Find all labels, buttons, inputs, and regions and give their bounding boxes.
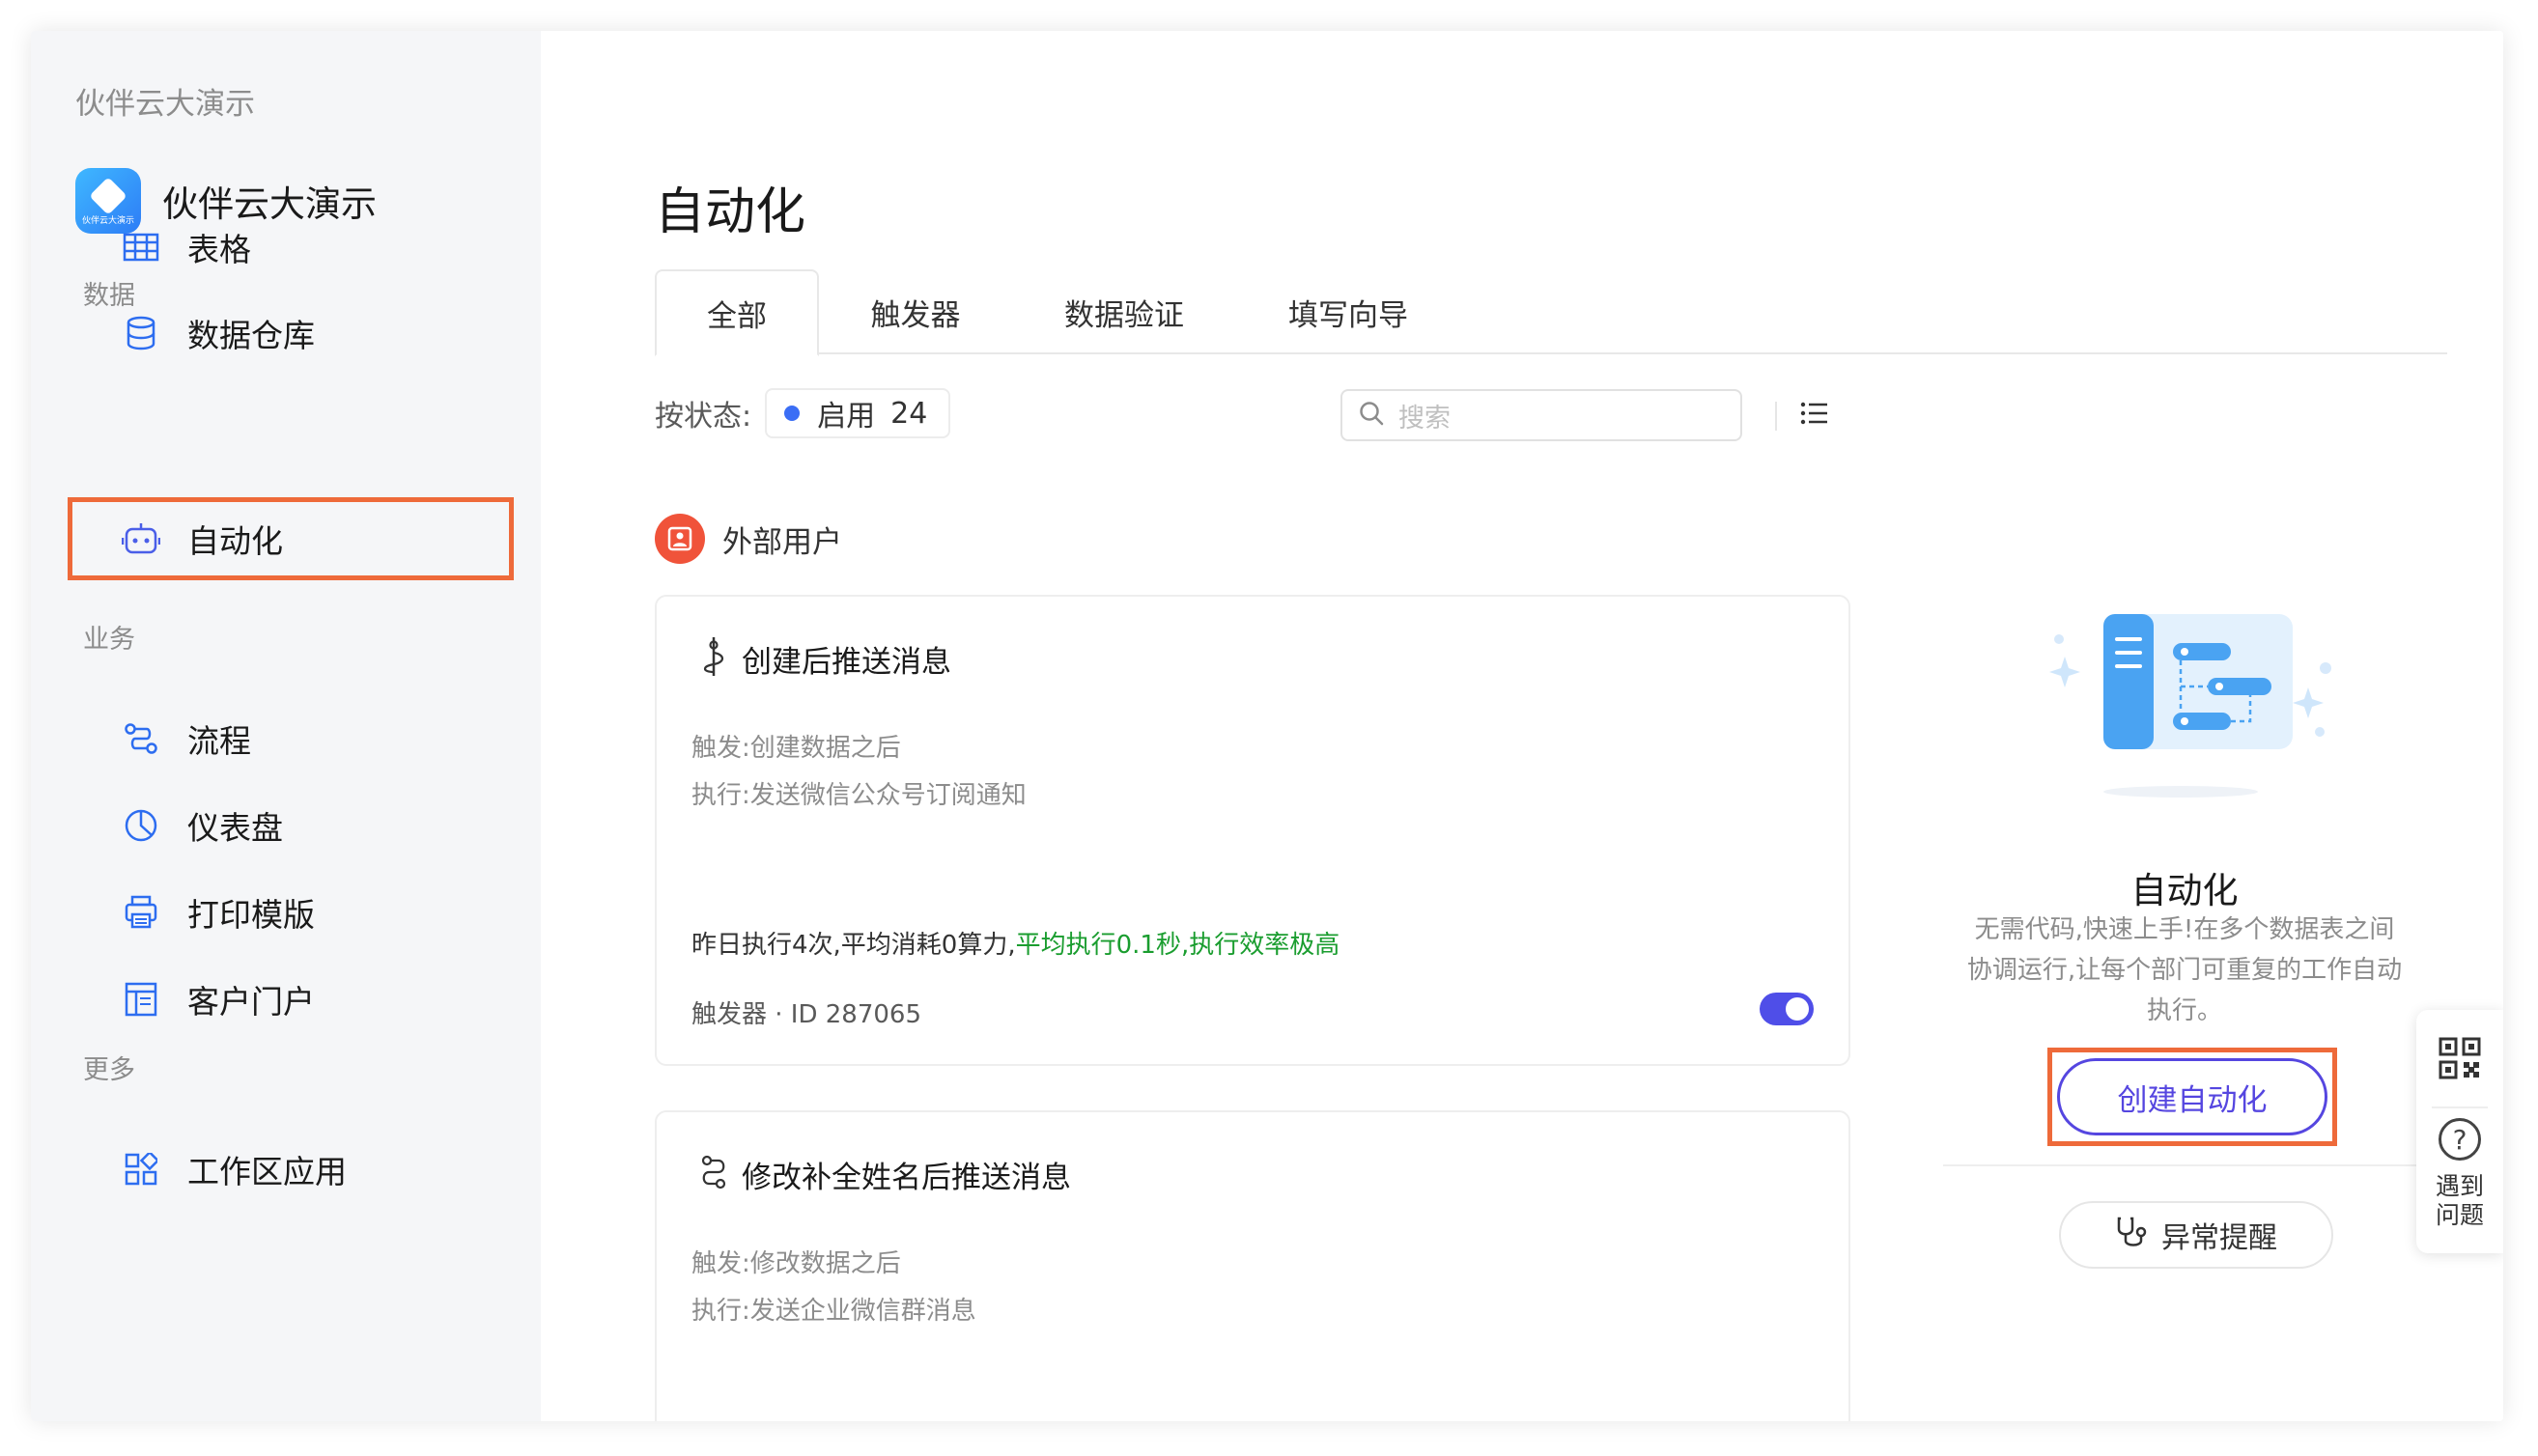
sidebar: 伙伴云大演示 伙伴云大演示 伙伴云大演示 数据 表格 数据仓库 自动化 业务 流… [31,31,541,1421]
help-label-line2: 问题 [2435,1201,2484,1229]
sidebar-item-database[interactable]: 数据仓库 [68,292,514,375]
panel-description: 无需代码,快速上手!在多个数据表之间协调运行,让每个部门可重复的工作自动执行。 [1966,915,2403,1025]
sidebar-item-label: 自动化 [187,522,283,560]
exception-alert-button[interactable]: 异常提醒 [2059,1201,2333,1269]
card-title-row: 创建后推送消息 [699,635,951,682]
search-input[interactable]: 搜索 [1340,389,1742,441]
sidebar-item-print-template[interactable]: 打印模版 [68,871,514,954]
create-automation-button[interactable]: 创建自动化 [2057,1058,2327,1135]
qr-code-icon[interactable] [2437,1035,2483,1081]
page-title: 自动化 [655,183,806,241]
sidebar-item-table[interactable]: 表格 [68,206,514,289]
card-footer: 触发器 · ID 287065 [691,1000,921,1029]
automation-illustration [2036,572,2337,803]
table-icon [122,228,160,266]
sidebar-item-customer-portal[interactable]: 客户门户 [68,958,514,1041]
status-dot-icon [784,406,801,421]
sidebar-item-label: 表格 [187,231,251,268]
card-stats-plain: 昨日执行4次,平均消耗0算力, [691,931,1016,960]
workspace-name[interactable]: 伙伴云大演示 [75,79,255,123]
card-trigger: 触发:创建数据之后 [691,734,901,763]
card-stats-highlight: 平均执行0.1秒,执行效率极高 [1015,931,1340,960]
floating-help-panel: ? 遇到 问题 [2416,1010,2503,1253]
sidebar-item-label: 数据仓库 [187,317,315,354]
sidebar-item-flow[interactable]: 流程 [68,697,514,780]
section-label-more: 更多 [83,1055,135,1085]
apps-icon [122,1150,160,1189]
status-count: 24 [890,396,928,431]
sidebar-item-label: 流程 [187,722,251,760]
help-label[interactable]: 遇到 问题 [2416,1172,2503,1230]
database-icon [122,314,160,352]
tab-data-validation[interactable]: 数据验证 [1012,269,1236,354]
tab-bar: 全部 触发器 数据验证 填写向导 [655,269,2447,356]
sidebar-item-label: 工作区应用 [187,1153,347,1190]
portal-icon [122,980,160,1019]
enable-toggle[interactable] [1760,993,1814,1025]
exception-alert-label: 异常提醒 [2161,1221,2277,1255]
stethoscope-icon [2115,1216,2152,1254]
tab-triggers[interactable]: 触发器 [819,269,1012,354]
float-divider [2432,1106,2488,1108]
status-filter-chip[interactable]: 启用 24 [765,388,951,438]
panel-title: 自动化 [2130,870,2239,911]
app-window: 伙伴云大演示 伙伴云大演示 伙伴云大演示 数据 表格 数据仓库 自动化 业务 流… [31,31,2503,1421]
section-label-business: 业务 [83,625,135,655]
help-question-icon[interactable]: ? [2439,1118,2481,1161]
robot-icon [122,519,160,558]
sidebar-item-label: 打印模版 [187,896,315,934]
sidebar-item-label: 仪表盘 [187,809,283,847]
search-placeholder: 搜索 [1398,403,1451,434]
filter-label: 按状态: [655,400,752,434]
sidebar-item-workspace-apps[interactable]: 工作区应用 [68,1128,514,1211]
external-user-icon [655,514,705,564]
tab-all[interactable]: 全部 [655,269,819,356]
sidebar-item-automation[interactable]: 自动化 [68,497,514,580]
trigger-flow-icon [699,1151,728,1197]
card-trigger: 触发:修改数据之后 [691,1249,901,1278]
dashboard-icon [122,806,160,845]
card-title-row: 修改补全姓名后推送消息 [699,1151,1071,1197]
panel-divider [1943,1164,2426,1166]
trigger-flow-icon [699,635,728,682]
flow-icon [122,719,160,758]
list-view-button[interactable] [1796,397,1833,434]
automation-card[interactable]: 创建后推送消息 触发:创建数据之后 执行:发送微信公众号订阅通知 昨日执行4次,… [655,595,1850,1066]
help-label-line1: 遇到 [2435,1172,2484,1200]
card-title: 创建后推送消息 [742,644,951,680]
group-header[interactable]: 外部用户 [655,514,842,564]
automation-card[interactable]: 修改补全姓名后推送消息 触发:修改数据之后 执行:发送企业微信群消息 [655,1110,1850,1421]
status-text: 启用 [817,400,876,434]
tab-fill-wizard[interactable]: 填写向导 [1236,269,1460,354]
card-title: 修改补全姓名后推送消息 [742,1160,1071,1195]
card-action: 执行:发送企业微信群消息 [691,1297,976,1326]
sidebar-item-dashboard[interactable]: 仪表盘 [68,784,514,867]
toolbar-divider [1775,402,1777,431]
status-filter: 按状态: 启用 24 [655,388,951,438]
sidebar-item-label: 客户门户 [187,983,315,1021]
group-name: 外部用户 [722,524,842,560]
list-icon [1800,401,1829,430]
printer-icon [122,893,160,932]
main-content: 自动化 全部 触发器 数据验证 填写向导 按状态: 启用 24 搜索 外部用户 … [541,31,2503,1421]
card-action: 执行:发送微信公众号订阅通知 [691,781,1027,810]
search-icon [1358,400,1385,431]
card-stats: 昨日执行4次,平均消耗0算力,平均执行0.1秒,执行效率极高 [691,925,1340,961]
toggle-knob [1786,997,1809,1021]
